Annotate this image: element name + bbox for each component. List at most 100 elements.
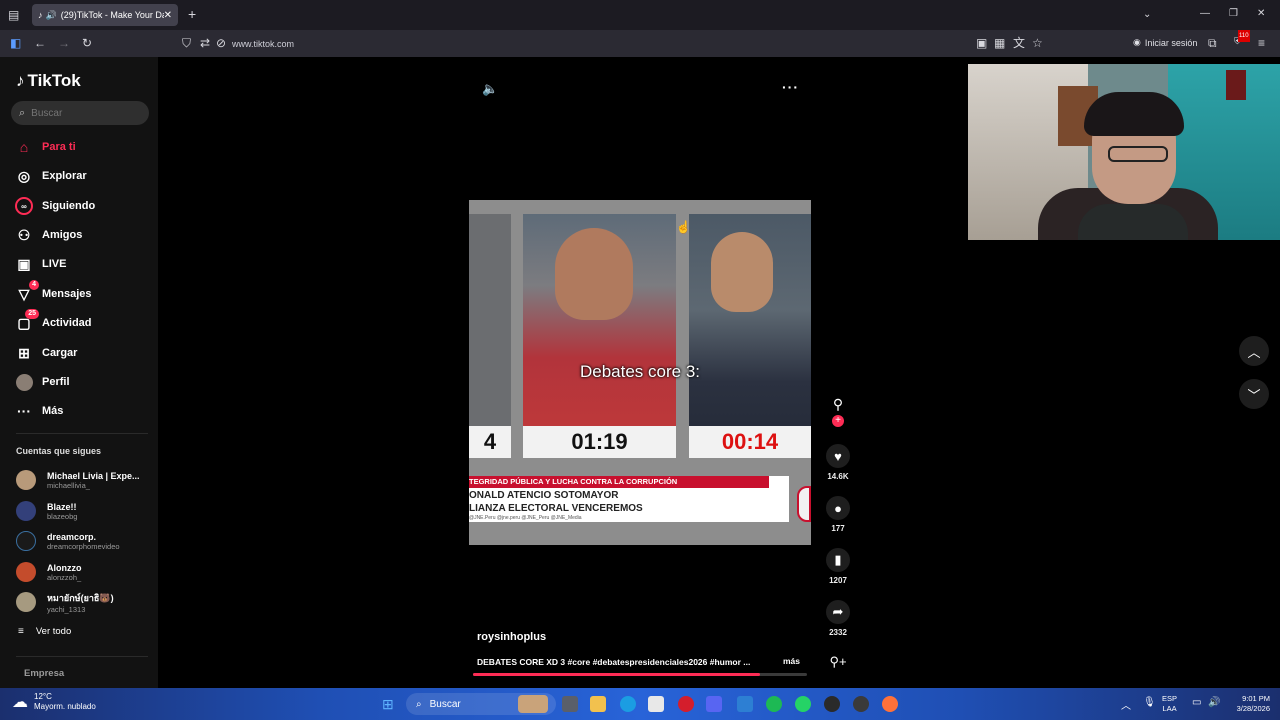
nav-para-ti[interactable]: ⌂ Para ti <box>14 136 76 158</box>
chevron-down-icon: ﹀ <box>1247 387 1261 403</box>
video-progress-bar[interactable] <box>473 673 807 676</box>
translate-icon[interactable]: 文 <box>1013 37 1025 49</box>
tiktok-logo[interactable]: ♪ TikTok <box>16 71 81 91</box>
network-icon[interactable]: ▭ <box>1192 697 1201 708</box>
webcam-glasses <box>1108 146 1168 162</box>
nav-amigos[interactable]: ⚇ Amigos <box>14 224 83 246</box>
close-tab-icon[interactable]: ✕ <box>164 10 172 21</box>
signin-button[interactable]: ◉ Iniciar sesión <box>1133 37 1197 48</box>
new-tab-icon[interactable]: + <box>188 7 196 21</box>
nav-mensajes[interactable]: ▽ 4 Mensajes <box>14 280 92 305</box>
following-account[interactable]: Michael Livia | Expe... michaellivia_ <box>16 467 151 493</box>
edge-icon[interactable] <box>620 696 636 712</box>
pip-icon[interactable]: ▣ <box>976 37 987 49</box>
app-icon[interactable] <box>853 696 869 712</box>
previous-video-button[interactable]: ︿ <box>1239 336 1269 366</box>
like-button[interactable]: ♥ 14.6K <box>820 444 856 481</box>
file-explorer-icon[interactable] <box>590 696 606 712</box>
timer-right: 00:14 <box>689 426 811 458</box>
weather-desc: Mayorm. nublado <box>34 702 96 711</box>
follow-small-icon[interactable]: ⚲+ <box>820 654 856 670</box>
list-all-tabs-icon[interactable]: ⌄ <box>1143 9 1151 21</box>
microphone-icon[interactable]: 🎙 <box>1143 697 1156 708</box>
windows-start-icon[interactable]: ⊞ <box>382 696 398 712</box>
speaker-icon[interactable]: 🔊 <box>46 10 57 21</box>
save-button[interactable]: ▮ 1207 <box>820 548 856 585</box>
activity-icon: ▢ 25 <box>14 309 39 332</box>
ublock-icon[interactable]: ⛨110 <box>1234 30 1250 47</box>
comment-button[interactable]: ● 177 <box>820 496 856 533</box>
opera-icon[interactable] <box>678 696 694 712</box>
volume-icon[interactable]: 🔊 <box>1208 697 1220 708</box>
empresa-link[interactable]: Empresa <box>24 668 64 679</box>
next-video-button[interactable]: ﹀ <box>1239 379 1269 409</box>
reader-icon[interactable]: ▦ <box>994 37 1005 49</box>
back-icon[interactable]: ← <box>34 37 46 49</box>
share-button[interactable]: ➦ 2332 <box>820 600 856 637</box>
menu-icon[interactable]: ≡ <box>1258 37 1265 49</box>
tab-list-icon[interactable]: ▤ <box>8 9 19 21</box>
taskbar-search[interactable]: ⌕ Buscar <box>406 693 556 715</box>
live-icon: ▣ <box>17 255 31 272</box>
forward-icon[interactable]: → <box>58 37 70 49</box>
discord-icon[interactable] <box>706 696 722 712</box>
task-view-icon[interactable] <box>562 696 578 712</box>
minimize-icon[interactable]: — <box>1200 8 1210 20</box>
clock[interactable]: 9:01 PM 3/28/2026 <box>1228 694 1270 714</box>
bookmark-star-icon[interactable]: ☆ <box>1032 37 1043 49</box>
sidebar-toggle-icon[interactable]: ◧ <box>10 37 21 49</box>
tray-chevron-icon[interactable]: ︿ <box>1121 697 1131 712</box>
search-icon: ⌕ <box>19 106 26 119</box>
author-username[interactable]: roysinhoplus <box>477 631 546 643</box>
list-icon: ≡ <box>18 626 24 637</box>
app-icon[interactable] <box>737 696 753 712</box>
search-box[interactable]: ⌕ <box>11 101 149 125</box>
weather-widget[interactable]: ☁ 12°C Mayorm. nublado <box>12 692 96 712</box>
activity-badge: 25 <box>25 309 39 319</box>
reload-icon[interactable]: ↻ <box>82 37 92 49</box>
whatsapp-icon[interactable] <box>795 696 811 712</box>
following-account[interactable]: หมายักษ์(ยาธิ🐻) yachi_1313 <box>16 589 151 615</box>
nav-perfil[interactable]: Perfil <box>14 371 70 393</box>
search-input[interactable] <box>31 107 132 119</box>
more-link[interactable]: más <box>783 656 800 666</box>
video-options-icon[interactable]: ··· <box>782 79 799 95</box>
speaker-face <box>711 232 773 312</box>
video-player[interactable]: 4 01:19 00:14 Debates core 3: TEGRIDAD P… <box>469 200 811 545</box>
following-account[interactable]: Alonzzo alonzzoh_ <box>16 559 151 585</box>
banner-credits: @JNE.Peru @jne.peru @JNE_Peru @JNE_Media <box>469 515 582 521</box>
shield-icon[interactable]: ⛉ <box>182 37 191 49</box>
language-indicator[interactable]: ESP LAA <box>1162 694 1177 714</box>
nav-actividad[interactable]: ▢ 25 Actividad <box>14 309 92 334</box>
following-account[interactable]: dreamcorp. dreamcorphomevideo <box>16 528 151 554</box>
volume-icon[interactable]: 🔈 <box>482 81 498 97</box>
comment-icon: ● <box>826 496 850 520</box>
see-all-link[interactable]: ≡ Ver todo <box>18 626 71 637</box>
spotify-icon[interactable] <box>766 696 782 712</box>
nav-mas[interactable]: ··· Más <box>14 400 63 422</box>
browser-tab-bar: ▤ ♪ 🔊 (29)TikTok - Make Your Day ✕ + ⌄ —… <box>0 0 1280 30</box>
extensions-icon[interactable]: ⧉ <box>1208 37 1217 49</box>
avatar <box>16 470 36 490</box>
maximize-icon[interactable]: ❐ <box>1229 8 1238 20</box>
post-description: DEBATES CORE XD 3 #core #debatespresiden… <box>477 657 751 667</box>
webcam-shirt <box>1078 204 1188 240</box>
follow-author-button[interactable]: ⚲ + <box>820 396 856 427</box>
address-bar[interactable]: ⛉ ⇄ ⊘ www.tiktok.com ▣ ▦ 文 ☆ <box>178 33 1050 54</box>
video-panel-left <box>469 214 511 454</box>
firefox-icon[interactable] <box>882 696 898 712</box>
close-window-icon[interactable]: ✕ <box>1257 8 1265 20</box>
banner-topic: TEGRIDAD PÚBLICA Y LUCHA CONTRA LA CORRU… <box>469 476 769 488</box>
bookmark-icon: ▮ <box>826 548 850 572</box>
lower-third-banner: TEGRIDAD PÚBLICA Y LUCHA CONTRA LA CORRU… <box>469 476 789 522</box>
following-account[interactable]: Blaze!! blazeobg <box>16 498 151 524</box>
nav-explorar[interactable]: ◎ Explorar <box>14 165 87 187</box>
nav-siguiendo[interactable]: ∞ Siguiendo <box>14 195 95 217</box>
store-icon[interactable] <box>648 696 664 712</box>
permissions-icon[interactable]: ⇄ <box>200 37 210 49</box>
blocked-icon[interactable]: ⊘ <box>216 37 226 49</box>
obs-icon[interactable] <box>824 696 840 712</box>
browser-tab[interactable]: ♪ 🔊 (29)TikTok - Make Your Day ✕ <box>32 4 178 26</box>
nav-live[interactable]: ▣ LIVE <box>14 253 66 275</box>
nav-cargar[interactable]: ⊞ Cargar <box>14 342 77 364</box>
